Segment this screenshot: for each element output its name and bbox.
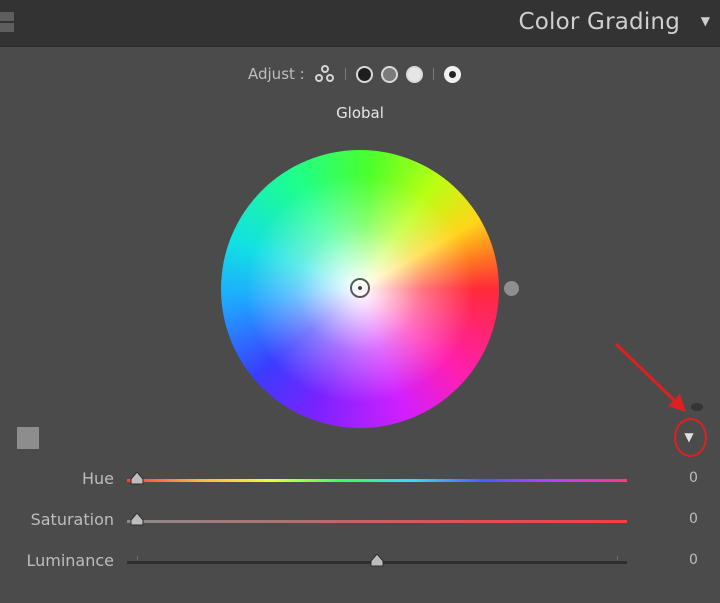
wheel-title: Global: [336, 104, 384, 122]
saturation-value[interactable]: 0: [689, 511, 698, 527]
three-way-mode-icon[interactable]: [314, 65, 335, 83]
saturation-slider-row: Saturation 0: [0, 506, 720, 536]
panel-menu-icon[interactable]: [0, 12, 14, 34]
slider-tick: [137, 556, 138, 560]
collapse-triangle-icon[interactable]: ▼: [701, 14, 710, 28]
mode-separator: [432, 68, 434, 80]
panel-header[interactable]: Color Grading ▼: [0, 0, 720, 47]
highlights-mode-icon[interactable]: [405, 65, 423, 83]
small-indicator-dot: [691, 403, 703, 411]
luminance-value[interactable]: 0: [689, 552, 698, 568]
color-wheel[interactable]: [221, 150, 499, 428]
color-grading-panel: Color Grading ▼ Adjust : Global ▼ Hue 0 …: [0, 0, 720, 603]
wheel-luminance-dot[interactable]: [504, 281, 519, 296]
color-swatch[interactable]: [17, 427, 39, 449]
hue-label: Hue: [81, 469, 114, 488]
midtones-mode-icon[interactable]: [380, 65, 398, 83]
annotation-arrow-icon: [614, 342, 686, 412]
shadows-mode-icon[interactable]: [355, 65, 373, 83]
adjust-label: Adjust :: [248, 65, 305, 83]
adjust-mode-row: Adjust :: [248, 63, 465, 85]
global-mode-icon[interactable]: [443, 65, 461, 83]
panel-title: Color Grading: [518, 9, 680, 35]
hue-slider-row: Hue 0: [0, 465, 720, 495]
wheel-picker-handle[interactable]: [350, 278, 370, 298]
saturation-label: Saturation: [30, 510, 114, 529]
hue-value[interactable]: 0: [689, 470, 698, 486]
luminance-label: Luminance: [26, 551, 114, 570]
slider-tick: [617, 556, 618, 560]
expand-sliders-triangle-icon[interactable]: ▼: [677, 425, 701, 449]
luminance-slider-row: Luminance 0: [0, 547, 720, 577]
mode-separator: [344, 68, 346, 80]
hue-slider-track[interactable]: [127, 479, 627, 482]
saturation-slider-track[interactable]: [127, 520, 627, 523]
